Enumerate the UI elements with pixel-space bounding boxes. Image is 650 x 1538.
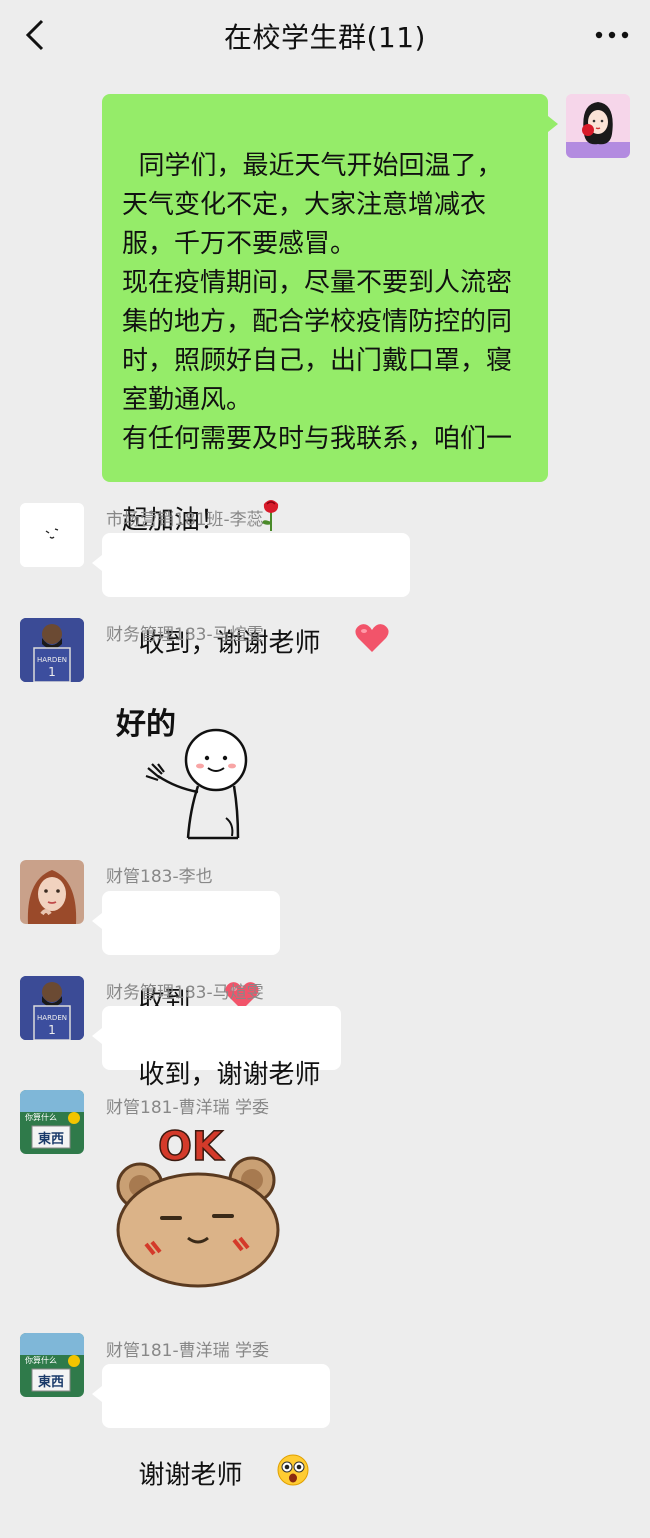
avatar-caption: 你算什么 bbox=[25, 1355, 57, 1365]
sender-avatar-mahjong[interactable]: 你算什么 東西 bbox=[20, 1090, 84, 1154]
sticker-text: 好的 bbox=[115, 707, 176, 742]
message-bubble[interactable]: 谢谢老师 bbox=[92, 1364, 330, 1491]
avatar-tile-text: 東西 bbox=[38, 1131, 64, 1147]
sender-name: 财管183-李也 bbox=[106, 867, 213, 887]
message-text: 谢谢老师 bbox=[138, 1460, 243, 1491]
sticker-text: OK bbox=[158, 1124, 225, 1170]
message-bubble[interactable]: 收到，谢谢老师 bbox=[92, 533, 410, 659]
jersey-text: HARDEN bbox=[37, 656, 67, 664]
sender-name: 财务管理183-马煊雯 bbox=[106, 625, 264, 645]
self-avatar[interactable] bbox=[566, 94, 630, 158]
sender-name: 市场营销181班-李蕊 bbox=[106, 510, 264, 530]
sender-name: 财务管理183-马煊雯 bbox=[106, 983, 264, 1003]
heart-emoji bbox=[321, 583, 390, 705]
avatar-tile-text: 東西 bbox=[38, 1374, 64, 1390]
sender-avatar-harden[interactable]: HARDEN 1 bbox=[20, 976, 84, 1040]
bear-ok-sticker[interactable]: OK bbox=[110, 1118, 285, 1288]
avatar-caption: 你算什么 bbox=[25, 1112, 57, 1122]
top-bar: 在校学生群(11) bbox=[0, 0, 650, 70]
svg-text:1: 1 bbox=[48, 665, 56, 679]
message-bubble[interactable]: 收到 bbox=[92, 891, 280, 1017]
message-text: 收到，谢谢老师 bbox=[138, 1060, 321, 1090]
chat-title: 在校学生群(11) bbox=[224, 21, 426, 54]
sender-name: 财管181-曹洋瑞 学委 bbox=[106, 1098, 269, 1118]
surprised-face-emoji bbox=[243, 1414, 310, 1538]
sender-name: 财管181-曹洋瑞 学委 bbox=[106, 1341, 269, 1361]
message-text: 同学们，最近天气开始回温了，天气变化不定，大家注意增减衣服，千万不要感冒。 现在… bbox=[122, 151, 513, 536]
jersey-text: HARDEN bbox=[37, 1014, 67, 1022]
sender-avatar-mahjong[interactable]: 你算什么 東西 bbox=[20, 1333, 84, 1397]
message-bubble[interactable]: 收到，谢谢老师 bbox=[92, 1006, 341, 1090]
svg-text:1: 1 bbox=[48, 1023, 56, 1037]
waving-stickman-sticker[interactable]: 好的 bbox=[106, 700, 266, 850]
sender-avatar-girl[interactable] bbox=[20, 860, 84, 924]
sender-avatar-harden[interactable]: HARDEN 1 bbox=[20, 618, 84, 682]
sender-avatar[interactable] bbox=[20, 503, 84, 567]
more-icon[interactable] bbox=[592, 18, 632, 52]
message-bubble-self[interactable]: 同学们，最近天气开始回温了，天气变化不定，大家注意增减衣服，千万不要感冒。 现在… bbox=[102, 94, 558, 536]
